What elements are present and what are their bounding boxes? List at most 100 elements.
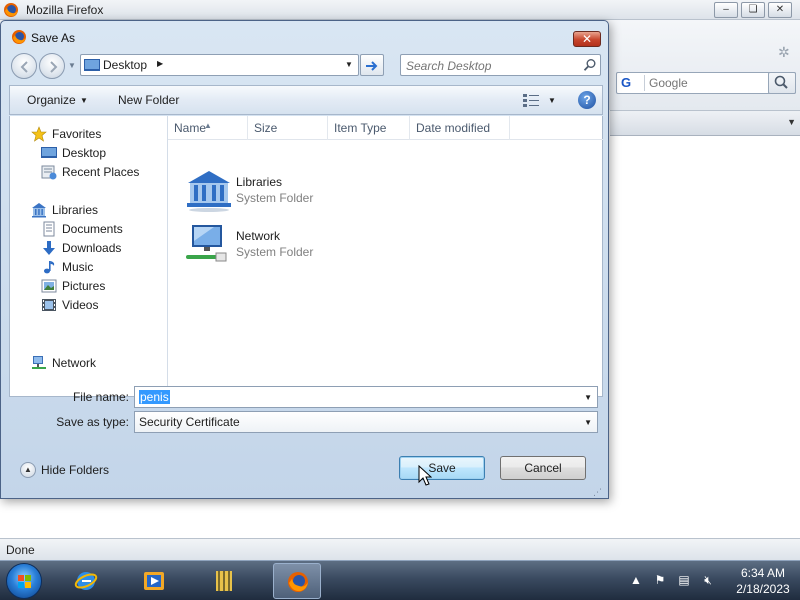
search-box[interactable] [400, 54, 601, 76]
forward-arrow-icon [50, 61, 58, 73]
media-player-icon [144, 572, 164, 590]
command-bar: Organize ▼ New Folder ▼ ? [9, 85, 603, 115]
views-dropdown-icon[interactable]: ▼ [548, 96, 556, 105]
save-button[interactable]: Save [399, 456, 485, 480]
desktop-icon [41, 147, 57, 158]
throbber-icon: ✲ [778, 44, 790, 60]
navigation-pane: Favorites Desktop Recent Places Librarie… [9, 116, 168, 397]
collapse-up-icon: ▲ [20, 462, 36, 478]
taskbar: ▲ ⚑ ▤ 🔇︎ 6:34 AM 2/18/2023 [0, 560, 800, 600]
go-arrow-icon [366, 61, 378, 71]
firefox-logo-icon [4, 3, 18, 17]
nav-item-label: Music [62, 260, 94, 274]
tab-list-arrow-icon[interactable]: ▼ [787, 117, 796, 127]
file-type: System Folder [236, 191, 314, 205]
search-icon[interactable] [583, 58, 597, 72]
forward-button[interactable] [39, 53, 65, 79]
resize-grip-icon[interactable]: ⋰ [593, 487, 602, 498]
volume-muted-icon[interactable]: 🔇︎ [700, 573, 716, 589]
desktop-icon [84, 59, 100, 71]
firefox-search-input[interactable] [649, 75, 765, 91]
firefox-icon [288, 572, 308, 592]
nav-item-label: Network [52, 356, 97, 370]
network-icon [32, 356, 46, 369]
start-button[interactable] [6, 563, 42, 599]
nav-item-label: Favorites [52, 127, 102, 141]
firefox-search-box[interactable]: G [616, 72, 796, 94]
organize-dropdown-icon[interactable]: ▼ [80, 96, 88, 105]
save-as-dialog: Save As ✕ ▼ Desktop ▶ ▼ Organize [0, 20, 609, 499]
nav-item-label: Pictures [62, 279, 106, 293]
documents-icon [43, 221, 55, 237]
music-icon [44, 261, 55, 274]
file-name-input[interactable]: penis ▼ [134, 386, 598, 408]
nav-item-label: Libraries [52, 203, 99, 217]
file-name: Libraries [236, 175, 283, 189]
list-item[interactable]: Libraries System Folder [184, 169, 404, 217]
windows-logo-icon [18, 575, 31, 588]
refresh-button[interactable] [360, 54, 384, 76]
restore-button[interactable]: ❏ [741, 2, 765, 18]
library-icon [216, 571, 232, 591]
column-header-name[interactable]: ▲ Name [168, 116, 248, 140]
organize-button[interactable]: Organize [27, 93, 76, 107]
breadcrumb-arrow-icon[interactable]: ▶ [157, 59, 163, 68]
save-as-type-value: Security Certificate [139, 415, 240, 429]
minimize-button[interactable]: – [714, 2, 738, 18]
new-folder-button[interactable]: New Folder [118, 93, 179, 107]
address-bar[interactable]: Desktop ▶ ▼ [80, 54, 359, 76]
file-name: Network [236, 229, 281, 243]
internet-explorer-icon [74, 572, 98, 590]
libraries-icon [32, 203, 46, 218]
clock-time[interactable]: 6:34 AM [730, 566, 796, 580]
taskbar-library[interactable] [200, 563, 248, 599]
google-engine-icon[interactable]: G [619, 75, 645, 91]
cancel-button[interactable]: Cancel [500, 456, 586, 480]
network-folder-icon [186, 225, 227, 262]
column-header-size[interactable]: Size [248, 116, 328, 140]
file-name-value[interactable]: penis [139, 390, 170, 404]
mouse-cursor-icon [418, 465, 432, 486]
file-list: ▲ Name Size Item Type Date modified Libr… [168, 116, 603, 397]
address-location[interactable]: Desktop [103, 58, 147, 72]
firefox-logo-icon [12, 30, 26, 44]
firefox-tab-strip: ▼ [610, 110, 800, 136]
nav-item-label: Videos [62, 298, 99, 312]
close-window-button[interactable]: ✕ [768, 2, 792, 18]
nav-item-label: Desktop [62, 146, 107, 160]
back-arrow-icon [20, 61, 28, 73]
show-hidden-icons-icon[interactable]: ▲ [628, 573, 644, 589]
pictures-icon [41, 279, 57, 293]
network-tray-icon[interactable]: ▤ [676, 573, 692, 589]
search-input[interactable] [406, 58, 576, 73]
libraries-folder-icon [187, 171, 231, 212]
star-icon [31, 126, 47, 142]
recent-places-icon [41, 165, 57, 180]
list-item[interactable]: Network System Folder [184, 223, 404, 271]
column-headers: ▲ Name Size Item Type Date modified [168, 116, 603, 140]
address-dropdown-icon[interactable]: ▼ [345, 60, 353, 69]
views-icon[interactable] [523, 93, 539, 107]
downloads-icon [43, 241, 55, 255]
nav-item-label: Recent Places [62, 165, 140, 179]
videos-icon [42, 299, 56, 311]
action-center-icon[interactable]: ⚑ [652, 573, 668, 589]
taskbar-media-player[interactable] [130, 563, 178, 599]
dialog-close-button[interactable]: ✕ [573, 31, 601, 47]
back-button[interactable] [11, 53, 37, 79]
taskbar-internet-explorer[interactable] [62, 563, 110, 599]
firefox-search-button[interactable] [768, 72, 796, 94]
column-header-item-type[interactable]: Item Type [328, 116, 410, 140]
file-name-dropdown-icon[interactable]: ▼ [584, 393, 592, 402]
status-text: Done [6, 543, 35, 557]
magnifier-icon [774, 75, 788, 89]
save-as-type-select[interactable]: Security Certificate ▼ [134, 411, 598, 433]
dialog-title: Save As [31, 31, 76, 45]
firefox-titlebar: Mozilla Firefox – ❏ ✕ [0, 0, 800, 20]
column-header-date-modified[interactable]: Date modified [410, 116, 510, 140]
taskbar-firefox[interactable] [273, 563, 321, 599]
recent-pages-dropdown-icon[interactable]: ▼ [68, 61, 76, 70]
save-as-type-dropdown-icon[interactable]: ▼ [584, 418, 592, 427]
help-button[interactable]: ? [578, 91, 596, 109]
clock-date[interactable]: 2/18/2023 [730, 582, 796, 596]
